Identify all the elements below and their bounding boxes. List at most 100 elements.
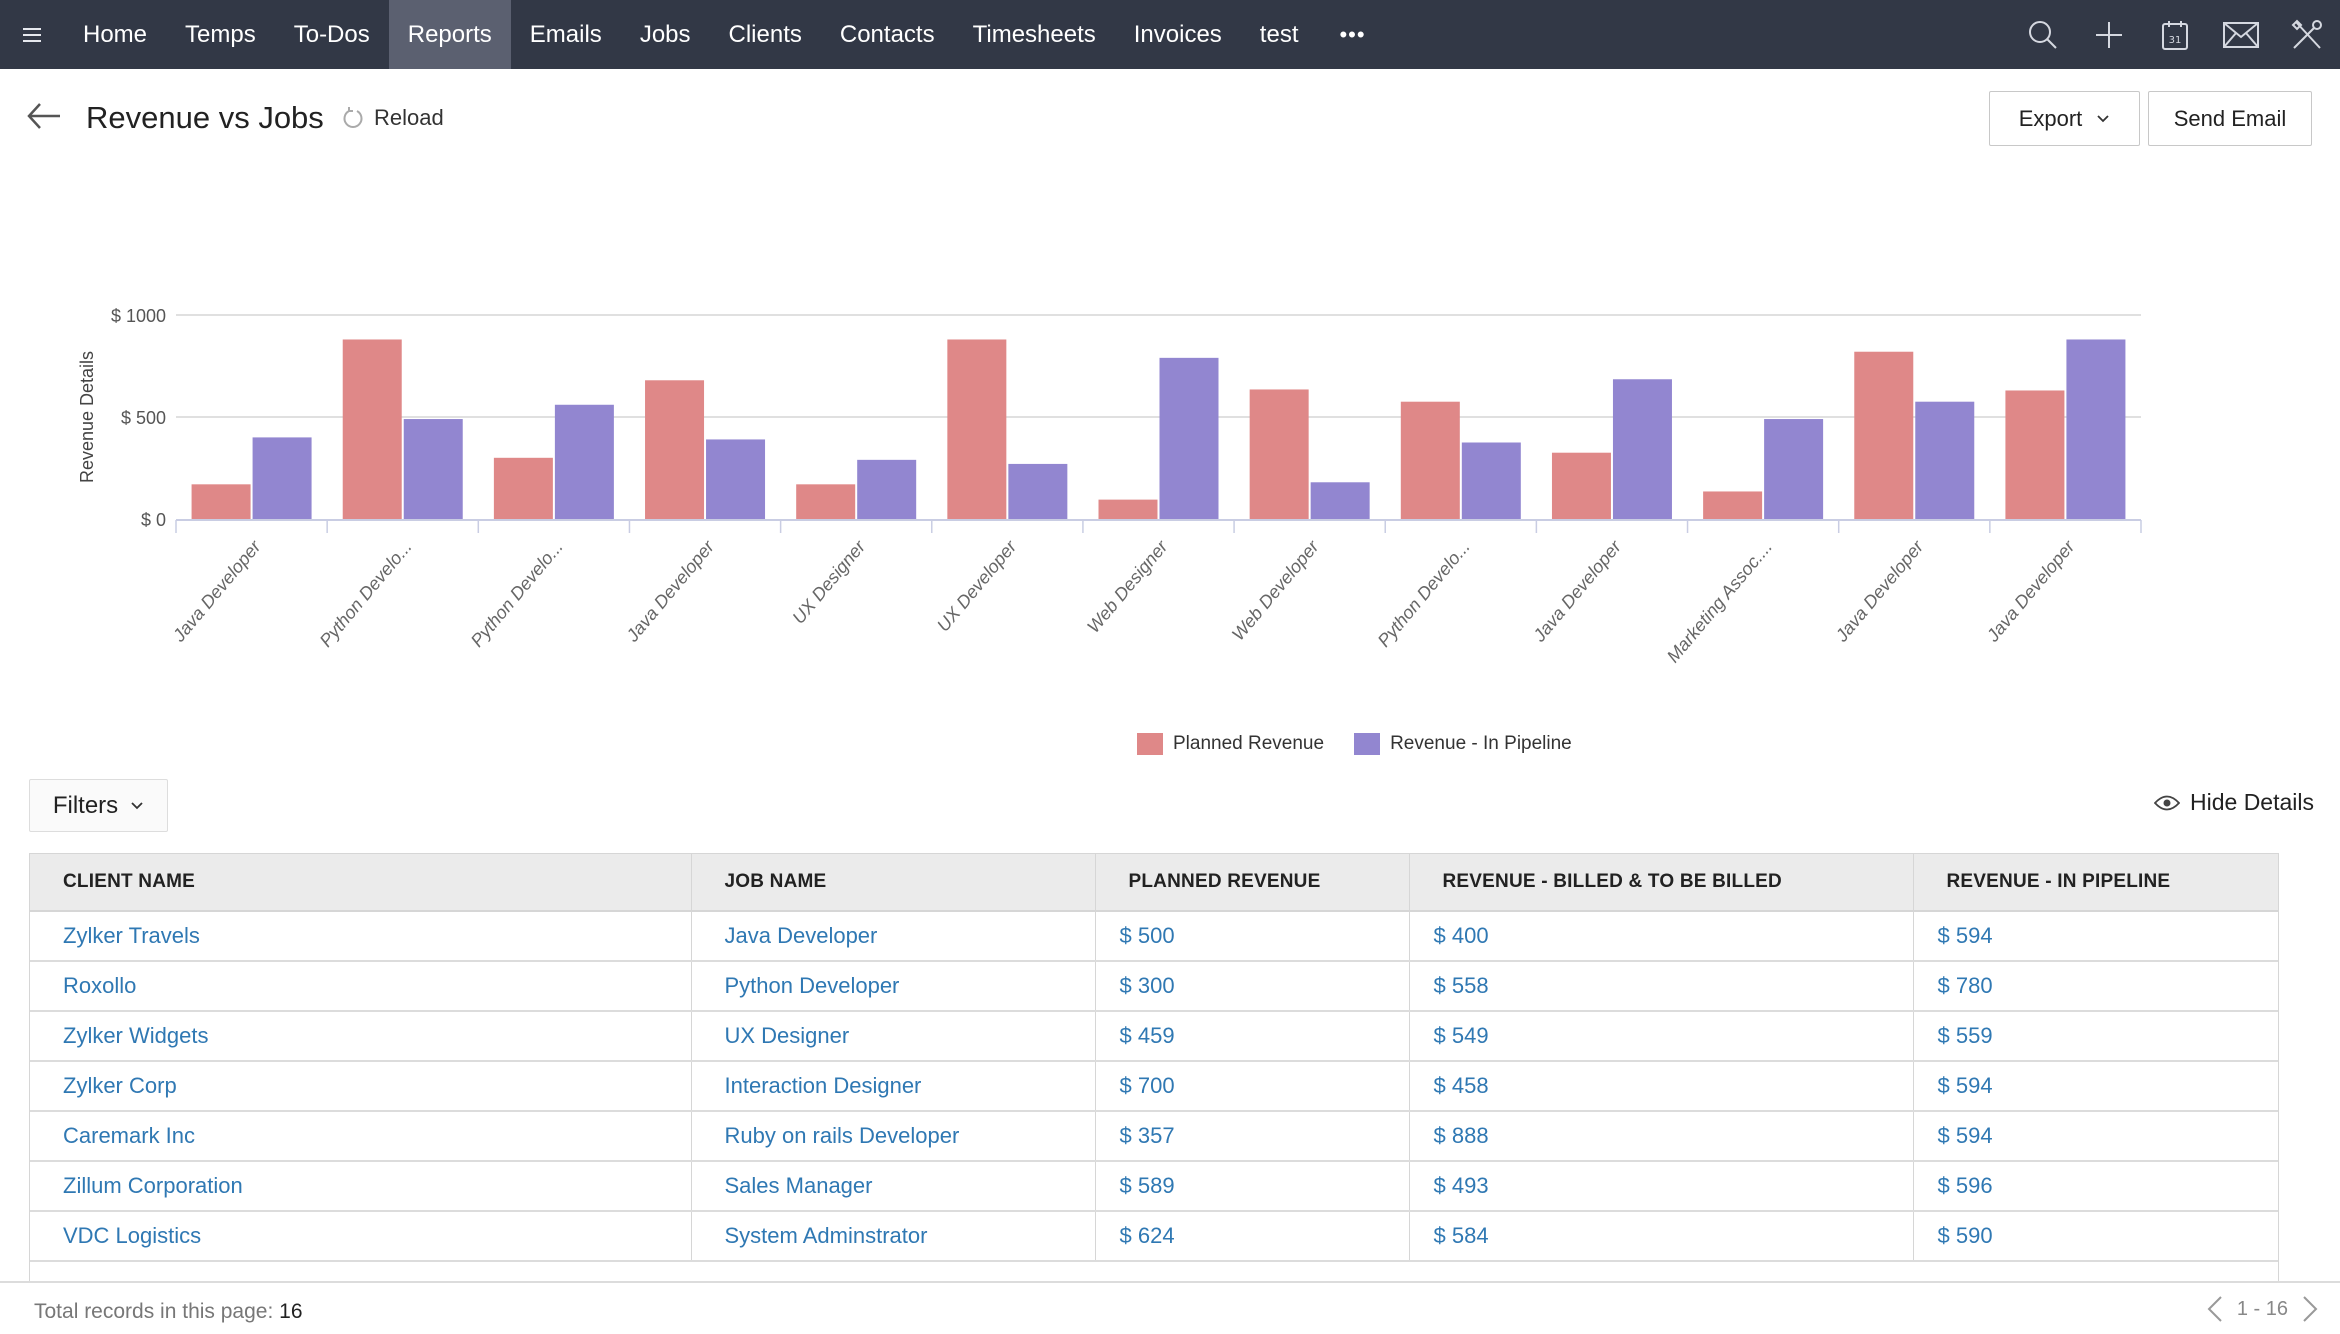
bar-revenue-in-pipeline[interactable] bbox=[1764, 419, 1824, 519]
nav-item-invoices[interactable]: Invoices bbox=[1115, 0, 1241, 69]
bar-revenue-in-pipeline[interactable] bbox=[403, 419, 463, 519]
column-header[interactable]: REVENUE - IN PIPELINE bbox=[1913, 853, 2278, 912]
column-header[interactable]: CLIENT NAME bbox=[30, 853, 692, 912]
bar-planned-revenue[interactable] bbox=[342, 339, 402, 519]
bar-revenue-in-pipeline[interactable] bbox=[1310, 482, 1370, 519]
filters-button[interactable]: Filters bbox=[29, 779, 168, 832]
client-name-link[interactable]: Caremark Inc bbox=[63, 1123, 195, 1148]
tools-icon[interactable] bbox=[2274, 0, 2340, 69]
calendar-icon[interactable]: 31 bbox=[2142, 0, 2208, 69]
nav-item-to-dos[interactable]: To-Dos bbox=[275, 0, 389, 69]
bar-planned-revenue[interactable] bbox=[1249, 389, 1309, 519]
bar-revenue-in-pipeline[interactable] bbox=[1915, 401, 1975, 519]
bar-revenue-in-pipeline[interactable] bbox=[1159, 357, 1219, 519]
nav-item-contacts[interactable]: Contacts bbox=[821, 0, 954, 69]
bar-revenue-in-pipeline[interactable] bbox=[706, 439, 766, 519]
total-records-value: 16 bbox=[279, 1300, 303, 1323]
bar-planned-revenue[interactable] bbox=[2005, 390, 2065, 519]
bar-revenue-in-pipeline[interactable] bbox=[252, 437, 312, 519]
reload-button[interactable]: Reload bbox=[342, 105, 444, 131]
job-name-link[interactable]: Python Developer bbox=[725, 973, 900, 998]
nav-item-clients[interactable]: Clients bbox=[710, 0, 821, 69]
bar-planned-revenue[interactable] bbox=[1098, 499, 1158, 519]
client-name-link[interactable]: Zylker Corp bbox=[63, 1073, 177, 1098]
client-name-link[interactable]: Zylker Widgets bbox=[63, 1023, 208, 1048]
billed-revenue-link[interactable]: $ 493 bbox=[1434, 1173, 1489, 1198]
job-name-link[interactable]: Ruby on rails Developer bbox=[725, 1123, 960, 1148]
planned-revenue-link[interactable]: $ 357 bbox=[1120, 1123, 1175, 1148]
client-name-link[interactable]: Zylker Travels bbox=[63, 923, 200, 948]
bar-planned-revenue[interactable] bbox=[645, 380, 705, 519]
bar-planned-revenue[interactable] bbox=[1854, 351, 1914, 519]
planned-revenue-link[interactable]: $ 300 bbox=[1120, 973, 1175, 998]
bar-planned-revenue[interactable] bbox=[1400, 401, 1460, 519]
billed-revenue-link[interactable]: $ 558 bbox=[1434, 973, 1489, 998]
job-name-link[interactable]: Interaction Designer bbox=[725, 1073, 922, 1098]
nav-item-emails[interactable]: Emails bbox=[511, 0, 621, 69]
bar-planned-revenue[interactable] bbox=[796, 484, 856, 519]
billed-revenue-link[interactable]: $ 549 bbox=[1434, 1023, 1489, 1048]
next-page-icon[interactable] bbox=[2302, 1295, 2318, 1323]
report-table-container[interactable]: CLIENT NAME JOB NAME PLANNED REVENUE REVENU… bbox=[29, 853, 2279, 1283]
bar-revenue-in-pipeline[interactable] bbox=[1612, 379, 1672, 519]
nav-item-jobs[interactable]: Jobs bbox=[621, 0, 710, 69]
export-button[interactable]: Export bbox=[1989, 91, 2140, 146]
pipeline-revenue-link[interactable]: $ 559 bbox=[1938, 1023, 1993, 1048]
nav-item-test[interactable]: test bbox=[1241, 0, 1318, 69]
column-header[interactable]: PLANNED REVENUE bbox=[1095, 853, 1410, 912]
plus-icon[interactable] bbox=[2076, 0, 2142, 69]
back-arrow-icon[interactable] bbox=[26, 101, 62, 131]
legend-item[interactable]: Planned Revenue bbox=[1137, 733, 1324, 755]
pipeline-revenue-link[interactable]: $ 590 bbox=[1938, 1223, 1993, 1248]
client-name-link[interactable]: Zillum Corporation bbox=[63, 1173, 243, 1198]
bar-planned-revenue[interactable] bbox=[1703, 491, 1763, 519]
bar-planned-revenue[interactable] bbox=[493, 457, 553, 519]
billed-revenue-link[interactable]: $ 400 bbox=[1434, 923, 1489, 948]
nav-item-timesheets[interactable]: Timesheets bbox=[954, 0, 1115, 69]
bar-revenue-in-pipeline[interactable] bbox=[554, 404, 614, 519]
planned-revenue-link[interactable]: $ 624 bbox=[1120, 1223, 1175, 1248]
pipeline-revenue-link[interactable]: $ 596 bbox=[1938, 1173, 1993, 1198]
planned-revenue-link[interactable]: $ 589 bbox=[1120, 1173, 1175, 1198]
send-email-button[interactable]: Send Email bbox=[2148, 91, 2312, 146]
job-name-link[interactable]: UX Designer bbox=[725, 1023, 850, 1048]
table-cell: Java Developer bbox=[691, 910, 1096, 962]
y-axis-title: Revenue Details bbox=[77, 351, 97, 483]
hamburger-icon[interactable] bbox=[0, 0, 64, 69]
planned-revenue-link[interactable]: $ 459 bbox=[1120, 1023, 1175, 1048]
hide-details-button[interactable]: Hide Details bbox=[2154, 789, 2314, 816]
job-name-link[interactable]: System Adminstrator bbox=[725, 1223, 928, 1248]
bar-revenue-in-pipeline[interactable] bbox=[1461, 442, 1521, 520]
job-name-link[interactable]: Sales Manager bbox=[725, 1173, 873, 1198]
bar-revenue-in-pipeline[interactable] bbox=[1008, 463, 1068, 519]
pipeline-revenue-link[interactable]: $ 594 bbox=[1938, 1123, 1993, 1148]
billed-revenue-link[interactable]: $ 584 bbox=[1434, 1223, 1489, 1248]
search-icon[interactable] bbox=[2010, 0, 2076, 69]
planned-revenue-link[interactable]: $ 700 bbox=[1120, 1073, 1175, 1098]
client-name-link[interactable]: VDC Logistics bbox=[63, 1223, 201, 1248]
bar-planned-revenue[interactable] bbox=[1551, 452, 1611, 519]
prev-page-icon[interactable] bbox=[2207, 1295, 2223, 1323]
bar-revenue-in-pipeline[interactable] bbox=[857, 459, 917, 519]
legend-item[interactable]: Revenue - In Pipeline bbox=[1354, 733, 1572, 755]
bar-planned-revenue[interactable] bbox=[191, 484, 251, 519]
bar-revenue-in-pipeline[interactable] bbox=[2066, 339, 2126, 519]
nav-item-temps[interactable]: Temps bbox=[166, 0, 275, 69]
column-header[interactable]: REVENUE - BILLED & TO BE BILLED bbox=[1409, 853, 1914, 912]
nav-item-reports[interactable]: Reports bbox=[388, 0, 511, 69]
column-header[interactable]: JOB NAME bbox=[691, 853, 1096, 912]
billed-revenue-link[interactable]: $ 888 bbox=[1434, 1123, 1489, 1148]
pipeline-revenue-link[interactable]: $ 594 bbox=[1938, 923, 1993, 948]
x-tick-label: Web Developer bbox=[1228, 536, 1324, 644]
mail-icon[interactable] bbox=[2208, 0, 2274, 69]
pipeline-revenue-link[interactable]: $ 780 bbox=[1938, 973, 1993, 998]
more-menu-button[interactable]: ••• bbox=[1317, 0, 1387, 69]
billed-revenue-link[interactable]: $ 458 bbox=[1434, 1073, 1489, 1098]
planned-revenue-link[interactable]: $ 500 bbox=[1120, 923, 1175, 948]
job-name-link[interactable]: Java Developer bbox=[725, 923, 878, 948]
nav-item-home[interactable]: Home bbox=[64, 0, 166, 69]
table-cell: $ 549 bbox=[1409, 1010, 1914, 1062]
pipeline-revenue-link[interactable]: $ 594 bbox=[1938, 1073, 1993, 1098]
bar-planned-revenue[interactable] bbox=[947, 339, 1007, 519]
client-name-link[interactable]: Roxollo bbox=[63, 973, 136, 998]
